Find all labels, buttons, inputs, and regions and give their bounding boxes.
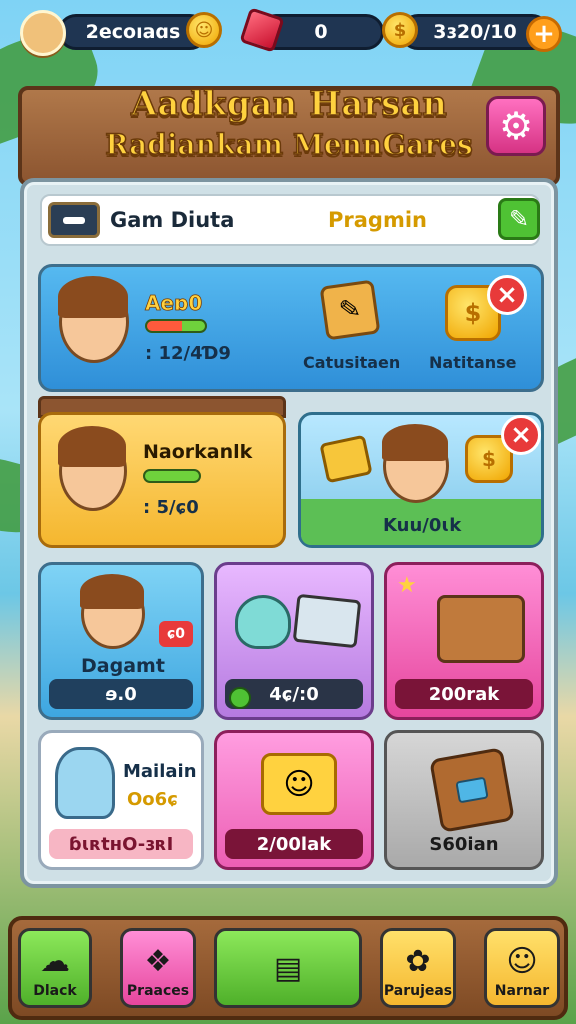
character-avatar-1 xyxy=(58,276,129,363)
coin-icon-2[interactable]: $ xyxy=(382,12,418,48)
tile3-footer: 200rak xyxy=(395,679,533,709)
nav-button-2[interactable]: ❖ Praaces xyxy=(120,928,196,1008)
nav-button-1[interactable]: ☁ Dlack xyxy=(18,928,92,1008)
tile-4[interactable]: Mailain Oo6ɕ ɓɩʀtʜO-ɜʀI xyxy=(38,730,204,870)
coin-icon[interactable]: ☺ xyxy=(186,12,222,48)
title-line-2: Radiankam MennGares xyxy=(104,127,473,162)
card1-stat: : 12/4Ɗ9 xyxy=(145,343,231,364)
tile5-footer: 2/00lak xyxy=(225,829,363,859)
card2-stat: : 5/ɕ0 xyxy=(143,497,199,518)
title-banner: Aadkgan Harsan Radiankam MennGares xyxy=(18,83,560,186)
nav-button-center[interactable]: ▤ xyxy=(214,928,362,1008)
settings-gear-icon[interactable]: ⚙ xyxy=(486,96,546,156)
card1-health-bar xyxy=(145,319,207,333)
nav-label-5: Narnar xyxy=(494,983,550,999)
card3-name: Kuu/0ɩk xyxy=(383,515,462,536)
player-avatar[interactable] xyxy=(20,10,66,56)
title-line-1: Aadkgan Harsan xyxy=(130,83,448,125)
character-card-2[interactable]: Naorkanlk : 5/ɕ0 xyxy=(38,412,286,548)
toggle-icon[interactable] xyxy=(48,202,100,238)
close-icon[interactable]: × xyxy=(487,275,527,315)
fruit-icon: ✿ xyxy=(405,944,431,979)
info-row: Gam Diuta Pragmin ✎ xyxy=(40,194,540,246)
tile2-status-dot xyxy=(229,687,251,709)
card1-name: Aeɒ0 xyxy=(145,291,203,316)
tile-1[interactable]: ɕ0 Dagamt ɘ.0 xyxy=(38,562,204,720)
cat-icon xyxy=(55,747,115,819)
document-icon: ▤ xyxy=(273,950,303,986)
add-currency-button[interactable]: + xyxy=(526,16,562,52)
currency-value-1: 2ecoıaɑs xyxy=(85,21,181,43)
ghost-icon: ☁ xyxy=(40,944,70,979)
tile1-avatar xyxy=(80,574,145,649)
nav-label-4: Parujeas xyxy=(383,983,453,999)
tile-3[interactable]: ★ 200rak xyxy=(384,562,544,720)
tile1-badge: ɕ0 xyxy=(159,621,193,647)
tile-2[interactable]: 4ɕ/:0 xyxy=(214,562,374,720)
nav-button-4[interactable]: ✿ Parujeas xyxy=(380,928,456,1008)
happy-block-icon: ☺ xyxy=(261,753,337,815)
tile1-name: Dagamt xyxy=(81,655,165,677)
gem-value: 0 xyxy=(314,21,328,43)
tablet-icon xyxy=(292,593,362,649)
cards-icon: ❖ xyxy=(144,944,172,979)
character-card-3[interactable]: $ × Kuu/0ɩk xyxy=(298,412,544,548)
tile6-footer: S60ian xyxy=(429,833,499,855)
nav-label-1: Dlack xyxy=(33,983,77,999)
nav-label-2: Praaces xyxy=(126,983,190,999)
robot-box-icon xyxy=(429,747,515,833)
nav-button-5[interactable]: ☺ Narnar xyxy=(484,928,560,1008)
tile4-name: Mailain xyxy=(123,761,197,782)
tile-6[interactable]: S60ian xyxy=(384,730,544,870)
top-bar: 2ecoıaɑs ☺ 0 3ɜ20/10 $ + xyxy=(0,0,576,64)
character-avatar-2 xyxy=(58,426,127,511)
ghost-face-icon: ☺ xyxy=(506,944,538,979)
cube-icon[interactable]: ✎ xyxy=(319,279,381,341)
tile4-sub: Oo6ɕ xyxy=(127,789,178,810)
card1-item2: Natitanse xyxy=(429,353,517,372)
card2-name: Naorkanlk xyxy=(143,441,253,463)
slime-creature-icon xyxy=(235,595,291,649)
currency-value-2: 3ɜ20/10 xyxy=(433,21,517,43)
close-icon-2[interactable]: × xyxy=(501,415,541,455)
character-avatar-3 xyxy=(382,424,449,503)
character-card-1[interactable]: Aeɒ0 : 12/4Ɗ9 ✎ Catusitaen $ × Natitanse xyxy=(38,264,544,392)
row-right-label: Pragmin xyxy=(328,208,427,232)
cheese-icon[interactable] xyxy=(319,434,373,484)
edit-pencil-icon[interactable]: ✎ xyxy=(498,198,540,240)
tile4-footer: ɓɩʀtʜO-ɜʀI xyxy=(49,829,193,859)
card2-health-bar xyxy=(143,469,201,483)
card1-item1: Catusitaen xyxy=(303,353,401,372)
star-icon: ★ xyxy=(397,573,417,598)
treasure-chest-icon[interactable] xyxy=(437,595,525,663)
tile-5[interactable]: ☺ 2/00lak xyxy=(214,730,374,870)
tile1-footer: ɘ.0 xyxy=(49,679,193,709)
row-left-label: Gam Diuta xyxy=(110,208,235,232)
